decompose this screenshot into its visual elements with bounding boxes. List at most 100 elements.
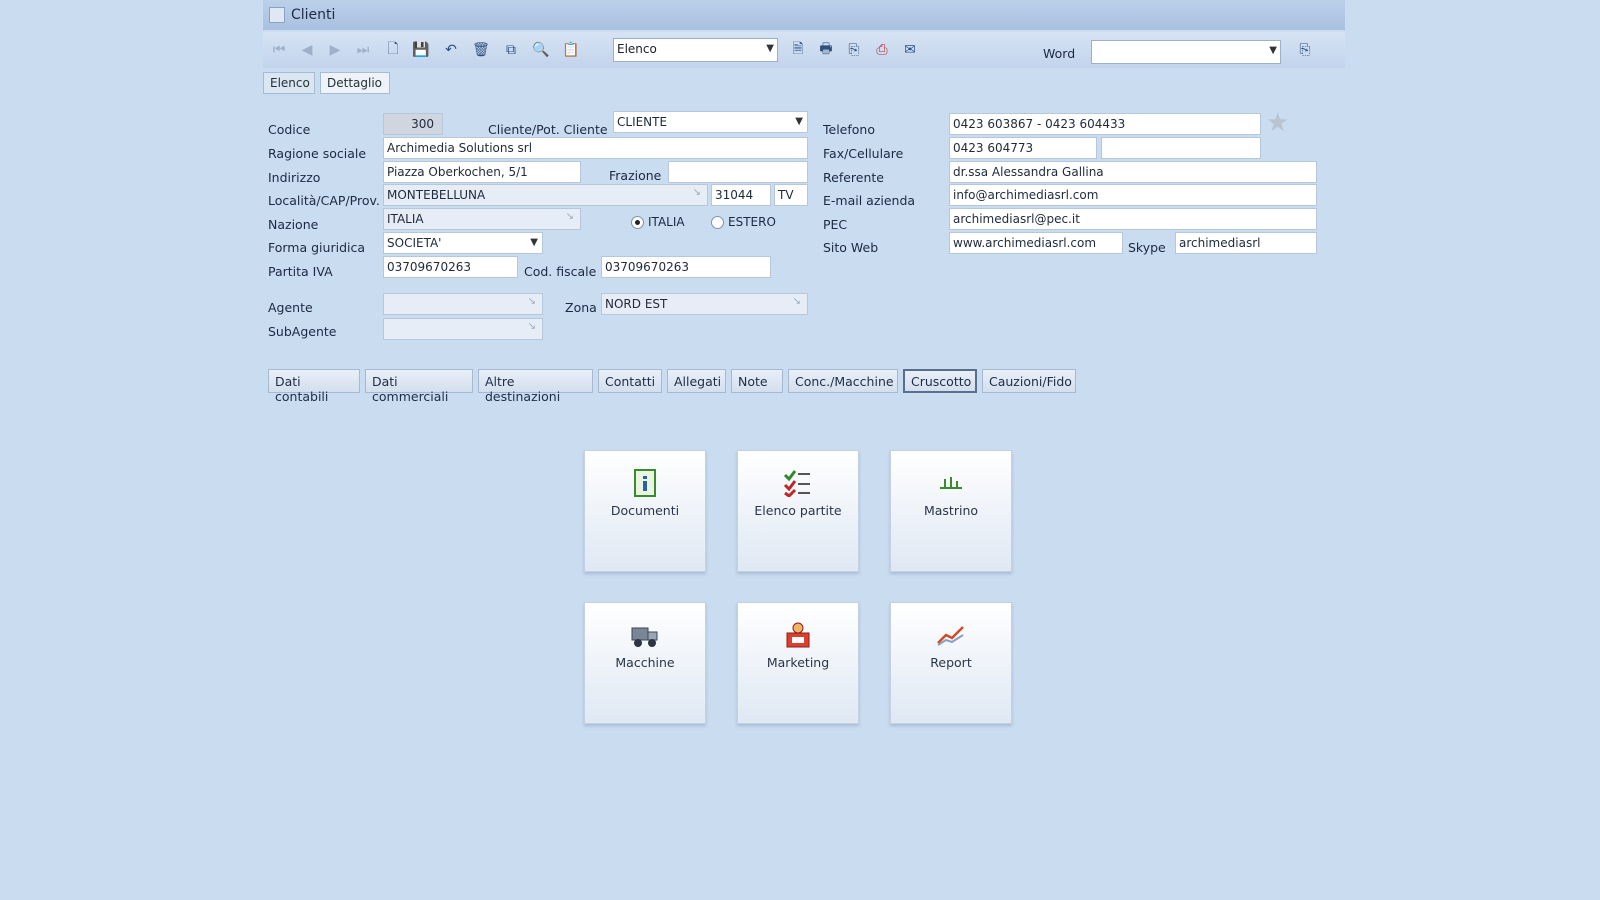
tab-dati-contabili[interactable]: Dati contabili	[268, 369, 360, 404]
sito-web-label: Sito Web	[823, 240, 879, 255]
tile-documenti-label: Documenti	[610, 503, 680, 518]
fax-field[interactable]: 0423 604773	[949, 137, 1097, 159]
tab-altre-destinazioni[interactable]: Altre destinazioni	[478, 369, 593, 404]
title-bar: Clienti	[263, 0, 1345, 30]
chevron-down-icon: ▼	[766, 43, 774, 54]
tab-dettaglio[interactable]: Dettaglio	[320, 72, 390, 94]
favorite-star-icon[interactable]: ★	[1266, 108, 1289, 138]
pec-field[interactable]: archimediasrl@pec.it	[949, 208, 1317, 230]
tab-conc-macchine[interactable]: Conc./Macchine	[788, 369, 898, 393]
clienti-window: Clienti ⏮ ◀ ▶ ⏭ 🗋 💾 ↶ 🗑 ⧉ 🔍 📋 Elenco ▼ 🗎…	[263, 0, 1345, 900]
codice-field[interactable]: 300	[383, 113, 443, 135]
view-select-value: Elenco	[617, 42, 657, 56]
forma-giuridica-label: Forma giuridica	[268, 240, 366, 255]
tile-marketing[interactable]: Marketing	[737, 602, 859, 724]
lookup-icon: ↘	[692, 187, 701, 198]
chevron-down-icon: ▼	[1269, 45, 1277, 56]
view-select[interactable]: Elenco ▼	[613, 38, 778, 62]
telefono-label: Telefono	[823, 122, 875, 137]
tab-elenco[interactable]: Elenco	[263, 72, 315, 94]
chart-icon	[936, 621, 966, 649]
tile-macchine-label: Macchine	[615, 655, 675, 670]
codice-fiscale-field[interactable]: 03709670263	[601, 256, 771, 278]
tab-cruscotto[interactable]: Cruscotto	[903, 369, 977, 393]
tile-mastrino[interactable]: Mastrino	[890, 450, 1012, 572]
save-icon[interactable]: 💾	[409, 38, 433, 62]
forma-giuridica-value: SOCIETA'	[387, 236, 442, 250]
radio-italia[interactable]: ITALIA	[631, 215, 685, 229]
partita-iva-field[interactable]: 03709670263	[383, 256, 518, 278]
skype-field[interactable]: archimediasrl	[1175, 232, 1317, 254]
ragione-sociale-field[interactable]: Archimedia Solutions srl	[383, 137, 808, 159]
last-record-icon[interactable]: ⏭	[351, 38, 375, 62]
subagente-field[interactable]: ↘	[383, 318, 543, 340]
word-label: Word	[1043, 46, 1076, 61]
export-icon[interactable]: ⎘	[842, 38, 866, 62]
clipboard-icon[interactable]: 📋	[559, 38, 583, 62]
prev-record-icon[interactable]: ◀	[295, 38, 319, 62]
referente-field[interactable]: dr.ssa Alessandra Gallina	[949, 161, 1317, 183]
delete-icon[interactable]: 🗑	[469, 38, 493, 62]
agente-label: Agente	[268, 300, 313, 315]
new-document-icon[interactable]: 🗋	[381, 38, 405, 62]
tab-note[interactable]: Note	[731, 369, 783, 393]
zona-field[interactable]: NORD EST ↘	[601, 293, 808, 315]
lookup-icon: ↘	[527, 296, 536, 307]
undo-icon[interactable]: ↶	[439, 38, 463, 62]
chevron-down-icon: ▼	[795, 116, 803, 127]
app-icon	[269, 7, 285, 23]
zona-label: Zona	[565, 300, 597, 315]
email-icon[interactable]: ✉	[898, 38, 922, 62]
agente-field[interactable]: ↘	[383, 293, 543, 315]
tile-elenco-partite-label: Elenco partite	[754, 503, 842, 518]
email-label: E-mail azienda	[823, 193, 916, 208]
print-preview-icon[interactable]: 🗎	[786, 38, 810, 62]
first-record-icon[interactable]: ⏮	[267, 38, 291, 62]
tile-elenco-partite[interactable]: Elenco partite	[737, 450, 859, 572]
tile-marketing-label: Marketing	[766, 655, 830, 670]
radio-estero-label: ESTERO	[728, 215, 776, 229]
forma-giuridica-select[interactable]: SOCIETA' ▼	[383, 232, 543, 254]
word-export-icon[interactable]: ⎘	[1293, 38, 1317, 62]
radio-estero[interactable]: ESTERO	[711, 215, 776, 229]
pdf-icon[interactable]: ⎙	[870, 38, 894, 62]
email-field[interactable]: info@archimediasrl.com	[949, 184, 1317, 206]
tipo-cliente-label: Cliente/Pot. Cliente	[488, 122, 608, 137]
zona-value: NORD EST	[605, 297, 668, 311]
pec-label: PEC	[823, 217, 848, 232]
tile-report[interactable]: Report	[890, 602, 1012, 724]
localita-field[interactable]: MONTEBELLUNA ↘	[383, 184, 708, 206]
copy-icon[interactable]: ⧉	[499, 38, 523, 62]
cellulare-field[interactable]	[1101, 137, 1261, 159]
find-icon[interactable]: 🔍	[529, 38, 553, 62]
truck-icon	[630, 621, 660, 649]
indirizzo-label: Indirizzo	[268, 170, 321, 185]
lookup-icon: ↘	[527, 321, 536, 332]
marketing-icon	[783, 621, 813, 649]
ragione-sociale-label: Ragione sociale	[268, 146, 367, 161]
prov-field[interactable]: TV	[774, 184, 808, 206]
lookup-icon: ↘	[565, 211, 574, 222]
partita-iva-label: Partita IVA	[268, 264, 333, 279]
tipo-cliente-value: CLIENTE	[617, 115, 668, 129]
document-info-icon	[630, 469, 660, 497]
print-icon[interactable]: 🖶	[814, 38, 838, 62]
window-title: Clienti	[291, 7, 336, 23]
tab-cauzioni-fido[interactable]: Cauzioni/Fido	[982, 369, 1076, 393]
next-record-icon[interactable]: ▶	[323, 38, 347, 62]
tab-allegati[interactable]: Allegati	[667, 369, 726, 393]
sito-web-field[interactable]: www.archimediasrl.com	[949, 232, 1123, 254]
tab-contatti[interactable]: Contatti	[598, 369, 662, 393]
tile-documenti[interactable]: Documenti	[584, 450, 706, 572]
fax-label: Fax/Cellulare	[823, 146, 904, 161]
word-select[interactable]: ▼	[1091, 40, 1281, 64]
tile-macchine[interactable]: Macchine	[584, 602, 706, 724]
nazione-field[interactable]: ITALIA ↘	[383, 208, 581, 230]
telefono-field[interactable]: 0423 603867 - 0423 604433	[949, 113, 1261, 135]
radio-dot-icon	[631, 215, 644, 229]
tipo-cliente-select[interactable]: CLIENTE ▼	[613, 111, 808, 133]
indirizzo-field[interactable]: Piazza Oberkochen, 5/1	[383, 161, 581, 183]
tab-dati-commerciali[interactable]: Dati commerciali	[365, 369, 473, 404]
frazione-field[interactable]	[668, 161, 808, 183]
cap-field[interactable]: 31044	[711, 184, 771, 206]
